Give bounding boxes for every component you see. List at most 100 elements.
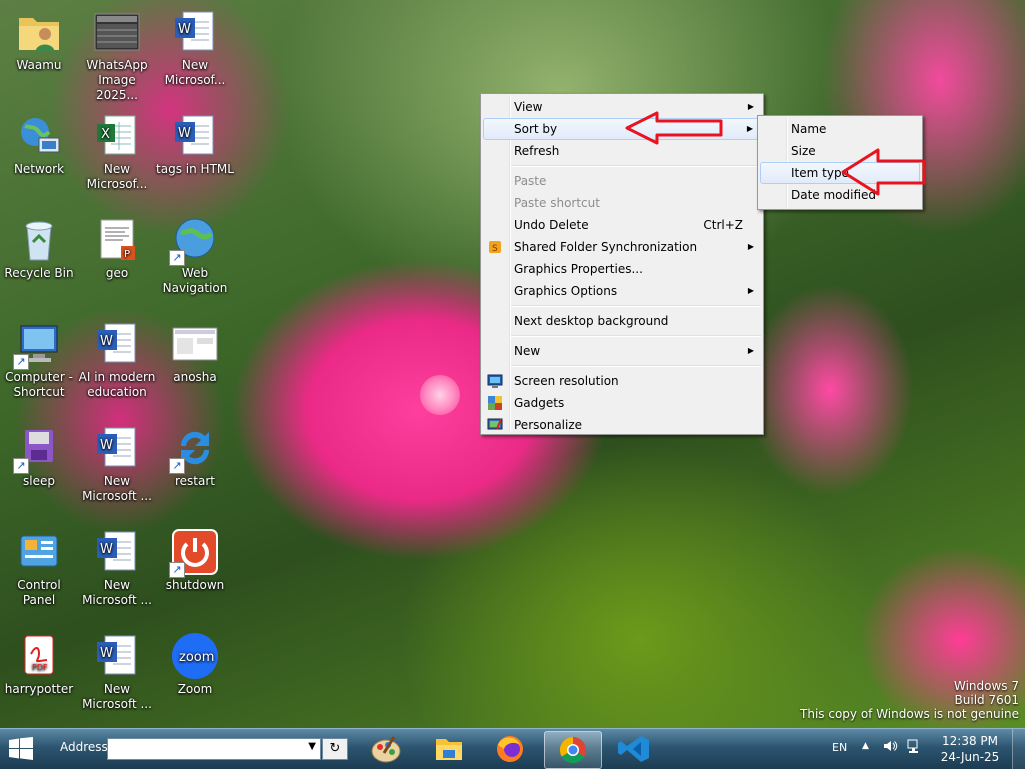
show-hidden-icons-button[interactable]: ▲ (862, 741, 869, 751)
desktop-icon-word-file-4[interactable]: W New Microsoft ... (78, 632, 156, 712)
word-document-icon: W (93, 528, 141, 576)
watermark-line-3: This copy of Windows is not genuine (800, 707, 1019, 721)
desktop-icon-word-file-3[interactable]: W New Microsoft ... (78, 528, 156, 608)
menu-item-label: View (514, 100, 543, 114)
icon-label: Computer - Shortcut (5, 370, 73, 399)
menu-item-label: Sort by (514, 122, 558, 136)
desktop-icon-anosha[interactable]: anosha (156, 320, 234, 385)
icon-label: Recycle Bin (4, 266, 74, 280)
shortcut-arrow-icon: ↗ (13, 354, 29, 370)
desktop-icon-web-navigation[interactable]: ↗ Web Navigation (156, 216, 234, 296)
submenu-arrow-icon: ▶ (747, 346, 754, 355)
svg-text:W: W (178, 22, 191, 37)
menu-item-shortcut: Ctrl+Z (703, 218, 743, 232)
svg-text:W: W (100, 334, 113, 349)
desktop-icon-zoom[interactable]: zoom Zoom (156, 632, 234, 697)
taskbar-app-vscode[interactable] (606, 731, 662, 767)
start-button[interactable] (8, 737, 34, 761)
taskbar-app-firefox[interactable] (482, 731, 538, 767)
desktop-icon-word-file-1[interactable]: W New Microsof... (156, 8, 234, 88)
folder-user-icon (15, 8, 63, 56)
desktop-icon-computer-shortcut[interactable]: ↗ Computer - Shortcut (0, 320, 78, 400)
word-document-icon: W (171, 112, 219, 160)
menu-item-graphics-properties[interactable]: Graphics Properties... (481, 258, 763, 280)
menu-item-paste[interactable]: Paste (481, 170, 763, 192)
svg-text:S: S (492, 244, 498, 254)
screen-resolution-icon (487, 373, 503, 389)
file-explorer-icon (436, 739, 462, 760)
menu-item-new[interactable]: New ▶ (481, 340, 763, 362)
watermark-line-2: Build 7601 (954, 693, 1019, 707)
network-tray-icon[interactable] (906, 738, 922, 757)
speaker-icon[interactable] (882, 738, 898, 757)
desktop-icon-word-file-2[interactable]: W New Microsoft ... (78, 424, 156, 504)
desktop-icon-network[interactable]: Network (0, 112, 78, 177)
icon-label: New Microsoft ... (82, 474, 152, 503)
dropdown-arrow-icon[interactable]: ▼ (308, 741, 316, 752)
desktop-icon-control-panel[interactable]: Control Panel (0, 528, 78, 608)
svg-text:X: X (101, 127, 110, 142)
taskbar-app-chrome[interactable] (544, 731, 602, 769)
desktop-icon-harrypotter[interactable]: PDF harrypotter (0, 632, 78, 697)
menu-item-next-background[interactable]: Next desktop background (481, 310, 763, 332)
pdf-document-icon: PDF (15, 632, 63, 680)
clock[interactable]: 12:38 PM 24-Jun-25 (936, 733, 1004, 765)
icon-label: Waamu (16, 58, 62, 72)
menu-item-label: Size (791, 144, 816, 158)
gadgets-icon (487, 395, 503, 411)
menu-item-shared-folder-sync[interactable]: S Shared Folder Synchronization ▶ (481, 236, 763, 258)
desktop-icon-geo[interactable]: P geo (78, 216, 156, 281)
menu-item-screen-resolution[interactable]: Screen resolution (481, 370, 763, 392)
menu-item-label: New (514, 344, 541, 358)
menu-item-label: Screen resolution (514, 374, 619, 388)
icon-label: anosha (173, 370, 217, 384)
icon-label: restart (174, 474, 215, 488)
desktop-icon-restart[interactable]: ↗ restart (156, 424, 234, 489)
powerpoint-document-icon: P (93, 216, 141, 264)
icon-label: New Microsoft ... (82, 682, 152, 711)
desktop-icon-whatsapp-image[interactable]: WhatsApp Image 2025... (78, 8, 156, 103)
address-go-button[interactable]: ↻ (322, 738, 348, 760)
taskbar-app-paint[interactable] (358, 731, 414, 767)
menu-item-label: Refresh (514, 144, 560, 158)
desktop-icon-recycle-bin[interactable]: Recycle Bin (0, 216, 78, 281)
menu-item-graphics-options[interactable]: Graphics Options ▶ (481, 280, 763, 302)
taskbar-app-file-explorer[interactable] (420, 731, 476, 767)
globe-shortcut-icon: ↗ (169, 216, 219, 266)
desktop-icon-waamu[interactable]: Waamu (0, 8, 78, 73)
windows-logo-icon (9, 737, 33, 760)
icon-label: New Microsof... (86, 162, 148, 191)
address-toolbar-label: Address (60, 740, 108, 754)
svg-text:W: W (100, 646, 113, 661)
show-desktop-button[interactable] (1012, 729, 1025, 769)
zoom-app-icon: zoom (171, 632, 219, 680)
computer-shortcut-icon: ↗ (13, 320, 63, 370)
desktop-icon-shutdown[interactable]: ↗ shutdown (156, 528, 234, 593)
menu-item-label: Name (791, 122, 827, 136)
word-document-icon: W (93, 320, 141, 368)
word-document-icon: W (93, 424, 141, 472)
menu-item-label: Paste shortcut (514, 196, 600, 210)
menu-item-label: Paste (514, 174, 547, 188)
svg-text:W: W (178, 126, 191, 141)
desktop-icon-tags-in-html[interactable]: W tags in HTML (156, 112, 234, 177)
menu-item-undo-delete[interactable]: Undo Delete Ctrl+Z (481, 214, 763, 236)
svg-text:W: W (100, 438, 113, 453)
clock-date: 24-Jun-25 (940, 750, 1000, 764)
menu-item-label: Gadgets (514, 396, 565, 410)
menu-item-label: Next desktop background (514, 314, 669, 328)
menu-item-paste-shortcut[interactable]: Paste shortcut (481, 192, 763, 214)
address-input[interactable]: ▼ (107, 738, 321, 760)
menu-item-personalize[interactable]: Personalize (481, 414, 763, 436)
excel-document-icon: X (93, 112, 141, 160)
language-indicator[interactable]: EN (832, 741, 847, 754)
desktop-icon-sleep[interactable]: ↗ sleep (0, 424, 78, 489)
menu-item-gadgets[interactable]: Gadgets (481, 392, 763, 414)
desktop-icon-ai-in-modern-education[interactable]: W AI in modern education (78, 320, 156, 400)
recycle-bin-icon (15, 216, 63, 264)
sort-option-name[interactable]: Name (758, 118, 922, 140)
icon-label: Network (13, 162, 65, 176)
icon-label: shutdown (165, 578, 225, 592)
desktop-icon-excel-file[interactable]: X New Microsof... (78, 112, 156, 192)
word-document-icon: W (171, 8, 219, 56)
